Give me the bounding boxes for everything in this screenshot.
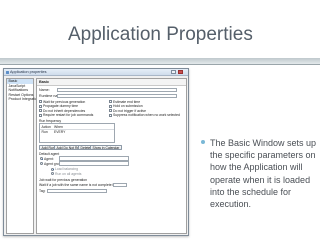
settings-nav: Basic JavaScript Notifications Restart O… [6,78,39,234]
dialog-title: Application properties [10,70,47,75]
bullet-block: The Basic Window sets up the specific pa… [201,137,317,210]
hold-submission-checkbox[interactable] [109,104,112,108]
agent-group-select[interactable] [59,161,129,166]
checkbox-label: Require restart for job commands [43,113,94,118]
name-input[interactable] [57,87,177,92]
run-frequency-grid[interactable]: Action When Run EVERY [39,123,115,143]
suppress-notification-checkbox[interactable] [109,113,112,117]
basic-panel: Basic Name: Runtime name: Wait for previ… [36,78,187,234]
close-icon[interactable] [178,70,183,75]
tag-input[interactable] [47,188,107,193]
default-agent-label: Default agent [39,152,60,156]
checkbox-label: Propagate dummy time [43,104,79,109]
bullet-dot-icon [201,140,205,144]
dialog-titlebar[interactable]: Application properties [4,69,188,76]
checkbox-label: Hold on submission [113,104,143,109]
estimate-end-checkbox[interactable] [109,100,112,103]
name-label: Name: [39,88,50,92]
checkbox-label: Do not trigger if active [113,108,146,113]
nav-item-product-integration[interactable]: Product Integration [7,97,39,102]
checkbox-label: Do not inherit dependencies [43,108,86,113]
wait-duration-input[interactable] [113,182,127,187]
wait-if-label: Wait if a job with the same name is not … [39,183,117,187]
run-on-all-agents-label: Run on all agents [55,171,82,176]
no-inherit-checkbox[interactable] [39,109,42,112]
show-in-calendar-button[interactable]: Show in Calendar [90,145,122,150]
propagate-dummy-checkbox[interactable] [39,104,42,108]
grid-divider [40,129,114,130]
grid-cell-when[interactable]: EVERY [54,130,65,134]
application-properties-dialog: Application properties Basic JavaScript … [3,68,189,236]
grid-cell-action[interactable]: Run [42,130,48,134]
agent-group-radio[interactable] [40,162,43,165]
require-restart-checkbox[interactable] [39,113,42,117]
slide-title: Application Properties [68,24,253,45]
app-icon [5,70,9,74]
load-balancing-label: Load balancing [55,167,79,172]
bullet-text: The Basic Window sets up the specific pa… [210,138,317,210]
job-wait-label: Job wait for previous generation [39,178,88,182]
no-trigger-checkbox[interactable] [109,109,112,112]
run-on-all-agents-radio[interactable] [51,172,54,175]
title-rule-line [0,64,320,65]
runtime-name-input[interactable] [57,93,177,98]
load-balancing-radio[interactable] [51,167,54,171]
wait-previous-checkbox[interactable] [39,100,42,103]
agent-radio-label: Agent: [44,156,54,161]
tag-label: Tag: [39,189,46,193]
agent-select[interactable] [59,156,129,161]
agent-radio[interactable] [40,157,43,160]
checkbox-label: Estimate end time [113,99,141,104]
panel-heading: Basic [37,79,186,86]
checkbox-label: Wait for previous generation [43,99,86,104]
checkbox-label: Suppress notification when no work selec… [113,113,180,118]
maximize-icon[interactable] [171,70,176,75]
